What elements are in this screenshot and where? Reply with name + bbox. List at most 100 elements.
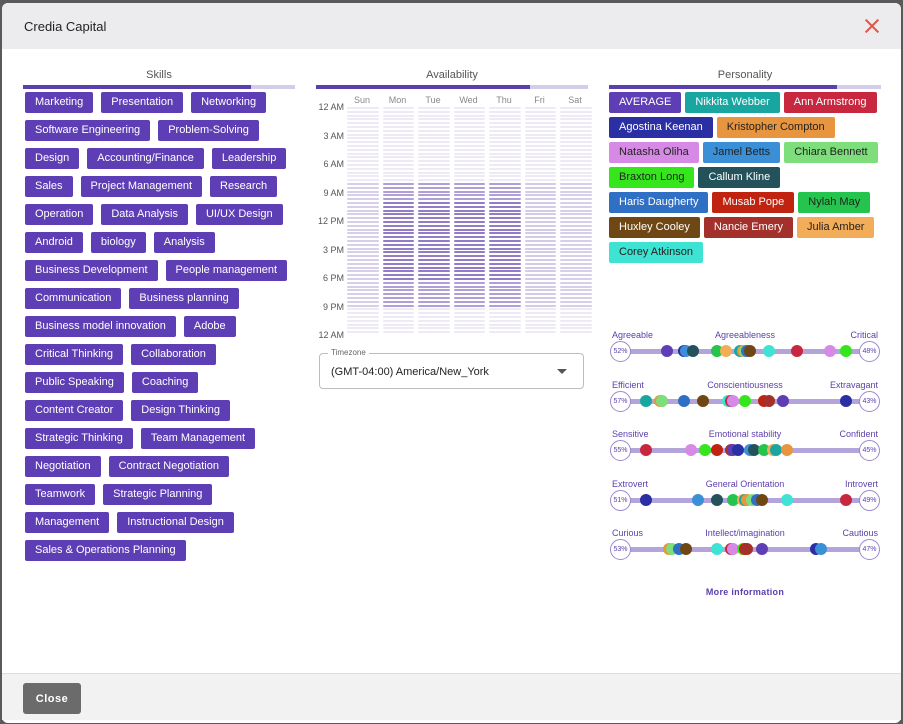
availability-cell[interactable] xyxy=(382,262,414,265)
availability-cell[interactable] xyxy=(524,297,556,299)
availability-cell[interactable] xyxy=(489,274,521,277)
availability-cell[interactable] xyxy=(418,126,450,128)
person-dot[interactable] xyxy=(790,345,803,357)
availability-cell[interactable] xyxy=(560,300,592,303)
availability-cell[interactable] xyxy=(418,262,450,265)
availability-cell[interactable] xyxy=(560,285,592,288)
person-dot[interactable] xyxy=(710,444,723,456)
availability-cell[interactable] xyxy=(453,148,485,151)
person-dot[interactable] xyxy=(698,444,711,456)
availability-cell[interactable] xyxy=(560,209,592,212)
availability-cell[interactable] xyxy=(382,205,414,208)
availability-cell[interactable] xyxy=(489,167,521,170)
availability-cell[interactable] xyxy=(453,323,485,326)
person-tag[interactable]: AVERAGE xyxy=(609,92,682,113)
availability-cell[interactable] xyxy=(453,171,485,174)
availability-cell[interactable] xyxy=(347,190,379,193)
availability-cell[interactable] xyxy=(560,186,592,189)
availability-cell[interactable] xyxy=(453,297,485,299)
availability-cell[interactable] xyxy=(524,278,556,280)
availability-cell[interactable] xyxy=(418,107,450,109)
availability-cell[interactable] xyxy=(524,186,556,189)
availability-cell[interactable] xyxy=(524,107,556,109)
person-dot[interactable] xyxy=(677,394,690,407)
availability-cell[interactable] xyxy=(560,205,592,208)
availability-cell[interactable] xyxy=(489,152,521,155)
availability-cell[interactable] xyxy=(418,183,450,185)
availability-cell[interactable] xyxy=(453,179,485,182)
person-dot[interactable] xyxy=(755,493,768,506)
availability-cell[interactable] xyxy=(489,224,521,227)
more-information-link[interactable]: More information xyxy=(609,587,881,597)
availability-cell[interactable] xyxy=(560,304,592,307)
availability-cell[interactable] xyxy=(418,205,450,208)
availability-cell[interactable] xyxy=(524,316,556,318)
availability-cell[interactable] xyxy=(489,198,521,201)
availability-cell[interactable] xyxy=(382,190,414,193)
availability-cell[interactable] xyxy=(489,300,521,303)
availability-cell[interactable] xyxy=(489,297,521,299)
availability-cell[interactable] xyxy=(453,167,485,170)
person-dot[interactable] xyxy=(656,394,669,407)
availability-cell[interactable] xyxy=(382,300,414,303)
availability-cell[interactable] xyxy=(382,179,414,182)
availability-cell[interactable] xyxy=(489,148,521,151)
availability-cell[interactable] xyxy=(347,141,379,144)
availability-cell[interactable] xyxy=(453,228,485,231)
availability-cell[interactable] xyxy=(382,247,414,250)
availability-cell[interactable] xyxy=(524,285,556,288)
availability-cell[interactable] xyxy=(418,129,450,132)
availability-cell[interactable] xyxy=(524,145,556,147)
availability-cell[interactable] xyxy=(524,331,556,334)
availability-cell[interactable] xyxy=(453,126,485,128)
availability-cell[interactable] xyxy=(489,133,521,136)
availability-cell[interactable] xyxy=(347,198,379,201)
availability-cell[interactable] xyxy=(418,110,450,113)
availability-cell[interactable] xyxy=(524,198,556,201)
availability-cell[interactable] xyxy=(560,297,592,299)
availability-cell[interactable] xyxy=(418,319,450,322)
availability-cell[interactable] xyxy=(524,152,556,155)
availability-cell[interactable] xyxy=(560,171,592,174)
availability-cell[interactable] xyxy=(418,179,450,182)
availability-cell[interactable] xyxy=(382,319,414,322)
availability-cell[interactable] xyxy=(418,247,450,250)
availability-cell[interactable] xyxy=(489,319,521,322)
availability-cell[interactable] xyxy=(347,331,379,334)
availability-cell[interactable] xyxy=(560,274,592,277)
availability-cell[interactable] xyxy=(560,148,592,151)
person-dot[interactable] xyxy=(639,493,652,506)
availability-cell[interactable] xyxy=(560,293,592,296)
availability-cell[interactable] xyxy=(382,141,414,144)
availability-cell[interactable] xyxy=(347,255,379,258)
person-dot[interactable] xyxy=(696,394,709,407)
person-tag[interactable]: Natasha Oliha xyxy=(609,142,699,163)
availability-cell[interactable] xyxy=(453,160,485,163)
availability-cell[interactable] xyxy=(560,316,592,318)
availability-cell[interactable] xyxy=(418,141,450,144)
availability-cell[interactable] xyxy=(453,129,485,132)
availability-cell[interactable] xyxy=(418,312,450,315)
availability-cell[interactable] xyxy=(453,133,485,136)
availability-cell[interactable] xyxy=(347,316,379,318)
availability-cell[interactable] xyxy=(382,259,414,261)
availability-cell[interactable] xyxy=(382,160,414,163)
availability-cell[interactable] xyxy=(489,202,521,204)
person-dot[interactable] xyxy=(710,543,723,555)
availability-cell[interactable] xyxy=(489,205,521,208)
availability-cell[interactable] xyxy=(418,304,450,307)
availability-cell[interactable] xyxy=(347,274,379,277)
availability-cell[interactable] xyxy=(382,217,414,220)
availability-cell[interactable] xyxy=(382,133,414,136)
availability-cell[interactable] xyxy=(418,133,450,136)
availability-cell[interactable] xyxy=(418,224,450,227)
availability-cell[interactable] xyxy=(524,183,556,185)
availability-cell[interactable] xyxy=(524,240,556,242)
availability-cell[interactable] xyxy=(418,217,450,220)
availability-cell[interactable] xyxy=(489,262,521,265)
person-tag[interactable]: Nikkita Webber xyxy=(685,92,780,113)
availability-cell[interactable] xyxy=(560,255,592,258)
availability-cell[interactable] xyxy=(524,281,556,284)
availability-cell[interactable] xyxy=(382,316,414,318)
availability-cell[interactable] xyxy=(453,190,485,193)
